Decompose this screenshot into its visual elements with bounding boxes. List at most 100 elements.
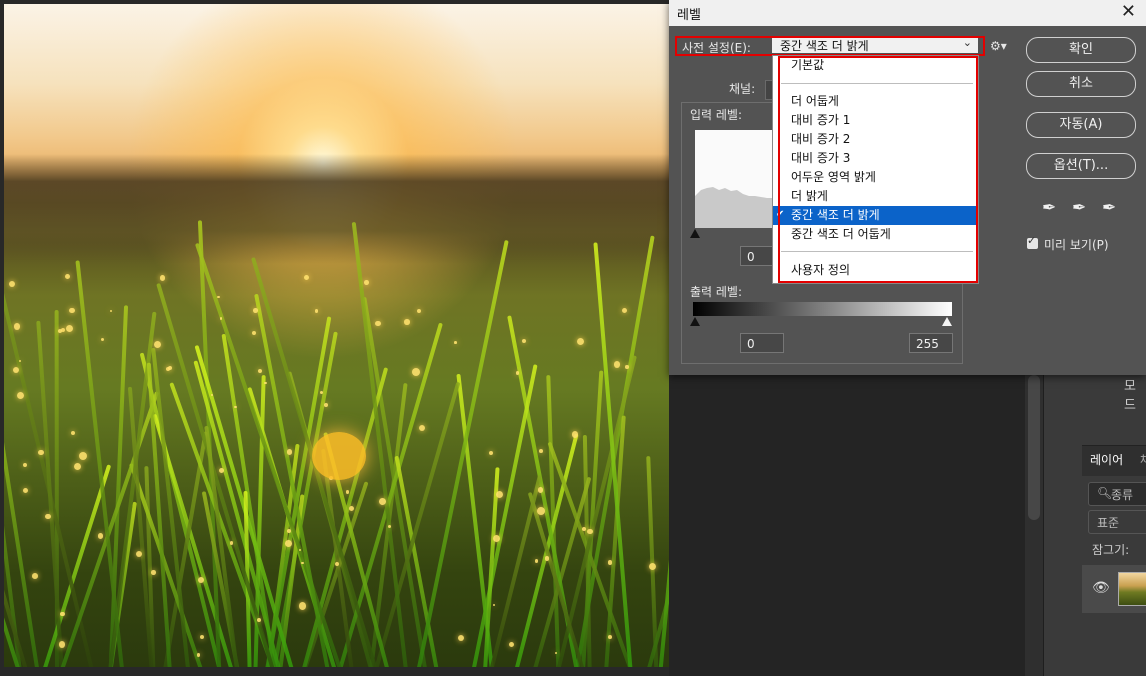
dew-drop: [534, 559, 539, 563]
layer-row[interactable]: 👁︎: [1082, 565, 1146, 613]
output-highlight-field[interactable]: 255: [909, 333, 953, 353]
ok-button[interactable]: 확인: [1026, 37, 1136, 63]
dew-drop: [625, 365, 629, 369]
dew-drop: [60, 611, 66, 617]
dew-drop: [160, 275, 166, 281]
dew-drop: [19, 360, 22, 363]
dew-drop: [257, 618, 261, 623]
input-shadow-field[interactable]: 0: [740, 246, 774, 266]
output-levels-label: 출력 레벨:: [690, 285, 743, 299]
gear-icon[interactable]: ⚙︎▾: [990, 39, 1007, 53]
dew-drop: [286, 448, 293, 455]
dew-drop: [576, 337, 585, 346]
dew-drop: [22, 462, 27, 467]
workspace-background: [669, 375, 1025, 676]
output-shadow-slider[interactable]: [690, 317, 700, 326]
dew-drop: [79, 452, 88, 461]
dew-drop: [234, 405, 237, 409]
dew-drop: [495, 490, 503, 498]
treeline: [4, 154, 669, 264]
preview-label: 미리 보기(P): [1044, 238, 1109, 252]
preview-checkbox[interactable]: [1027, 234, 1038, 249]
grass-blade: [579, 370, 604, 667]
dew-drop: [454, 341, 457, 344]
dew-drop: [64, 274, 70, 279]
dialog-titlebar: 레벨 ✕: [669, 0, 1146, 26]
dew-drop: [264, 381, 267, 385]
dew-drop: [572, 431, 579, 438]
input-levels-label: 입력 레벨:: [690, 108, 743, 122]
output-highlight-slider[interactable]: [942, 317, 952, 326]
blend-mode-select[interactable]: 표준: [1088, 510, 1146, 534]
dew-drop: [153, 340, 162, 348]
eyedropper-black-icon[interactable]: ✒︎: [1042, 198, 1056, 218]
dew-drop: [508, 641, 515, 648]
dew-drop: [196, 653, 200, 657]
input-shadow-slider[interactable]: [690, 229, 700, 238]
options-button[interactable]: 옵션(T)...: [1026, 153, 1136, 179]
close-icon[interactable]: ✕: [1121, 1, 1136, 22]
visibility-eye-icon[interactable]: 👁︎: [1092, 580, 1110, 596]
dew-drop: [515, 371, 520, 375]
tab-layers[interactable]: 레이어: [1090, 451, 1123, 468]
dew-drop: [57, 328, 62, 333]
dew-drop: [217, 295, 221, 299]
layers-panel: 모드 레이어 채 🔍︎ 종류 표준 잠그기: 👁︎: [1043, 375, 1146, 676]
dew-drop: [621, 307, 627, 314]
grass-blade: [593, 242, 634, 667]
histogram: [695, 130, 775, 228]
dew-drop: [251, 330, 257, 336]
dew-drop: [537, 487, 544, 493]
scrollbar-thumb[interactable]: [1028, 375, 1040, 520]
output-shadow-field[interactable]: 0: [740, 333, 784, 353]
dew-drop: [613, 360, 621, 368]
dew-drop: [61, 327, 66, 333]
mode-label: 모드: [1124, 379, 1136, 413]
channel-label: 채널:: [729, 82, 756, 96]
dew-drop: [323, 403, 328, 407]
dew-drop: [375, 321, 381, 327]
output-gradient: [693, 302, 952, 316]
dew-drop: [521, 338, 527, 343]
dew-drop: [109, 310, 113, 313]
dew-drop: [349, 505, 355, 512]
dew-drop: [287, 528, 292, 533]
dew-drop: [284, 540, 292, 548]
dew-drop: [97, 533, 104, 539]
dew-drop: [411, 368, 420, 377]
vertical-scrollbar[interactable]: [1025, 375, 1043, 676]
dew-drop: [488, 450, 493, 455]
dew-drop: [32, 573, 38, 579]
dew-drop: [210, 393, 213, 396]
dew-drop: [458, 634, 465, 641]
dew-drop: [334, 562, 339, 567]
eyedropper-white-icon[interactable]: ✒︎: [1102, 198, 1116, 218]
dew-drop: [587, 529, 593, 535]
filter-kind-label: 종류: [1111, 488, 1134, 502]
auto-button[interactable]: 자동(A): [1026, 112, 1136, 138]
dew-drop: [69, 307, 75, 314]
dew-drop: [168, 366, 173, 371]
dew-drop: [199, 634, 204, 639]
dew-drop: [38, 449, 44, 456]
layer-thumbnail: [1118, 572, 1146, 606]
dew-drop: [58, 641, 66, 648]
dew-drop: [23, 488, 29, 494]
dew-drop: [363, 280, 369, 285]
eyedropper-gray-icon[interactable]: ✒︎: [1072, 198, 1086, 218]
dew-drop: [253, 308, 258, 314]
annotation-highlight-preset: [675, 36, 985, 56]
dialog-title: 레벨: [677, 8, 701, 23]
grass-blade: [657, 344, 669, 667]
layer-filter-search[interactable]: 🔍︎ 종류: [1088, 482, 1146, 506]
dew-drop: [301, 561, 304, 565]
dew-drop: [492, 604, 495, 607]
dew-drop: [74, 462, 82, 470]
dew-drop: [65, 324, 73, 332]
dew-drop: [345, 490, 350, 494]
bokeh-light: [312, 432, 366, 480]
tab-channels[interactable]: 채: [1140, 451, 1146, 468]
cancel-button[interactable]: 취소: [1026, 71, 1136, 97]
lock-label: 잠그기:: [1092, 543, 1130, 557]
grass-blade: [412, 239, 509, 667]
